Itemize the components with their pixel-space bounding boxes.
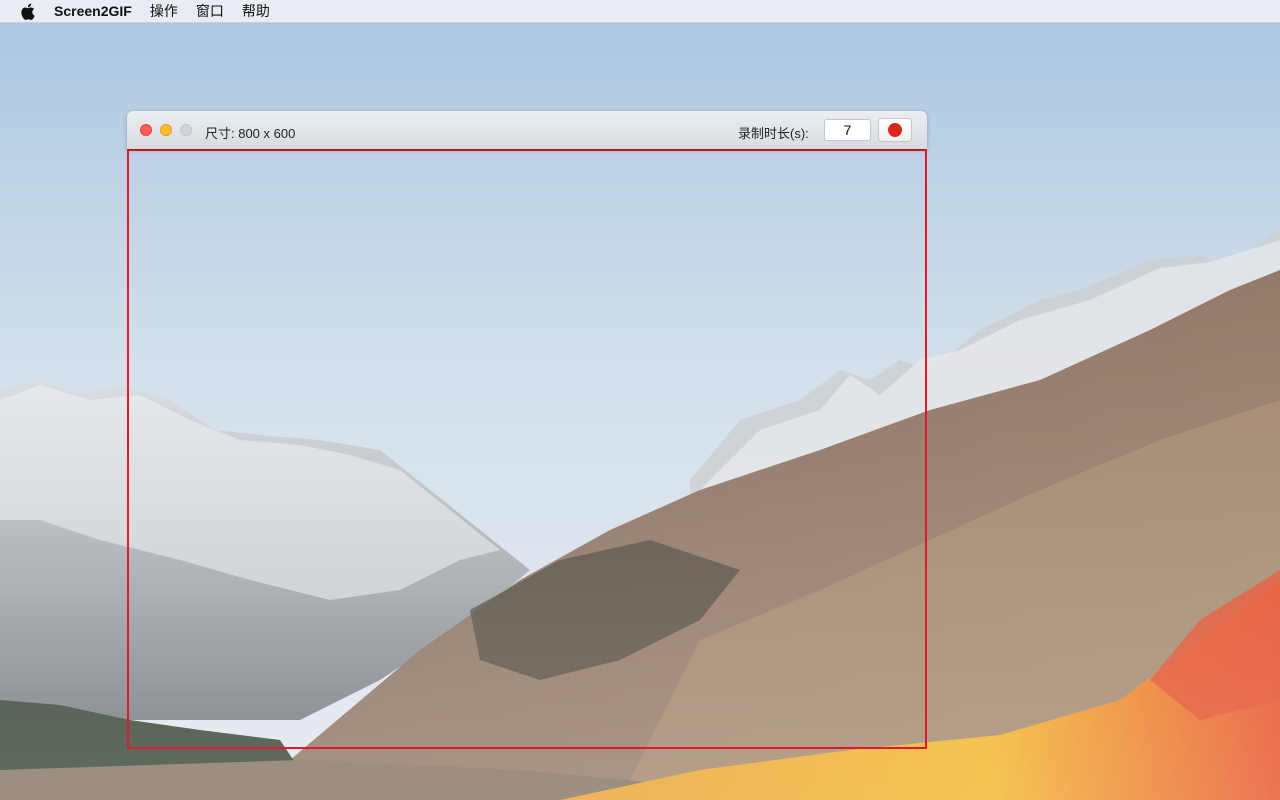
zoom-window-button[interactable] [180, 124, 192, 136]
minimize-window-button[interactable] [160, 124, 172, 136]
record-button[interactable] [878, 118, 912, 142]
duration-label: 录制时长(s): [738, 126, 809, 141]
duration-input[interactable] [824, 119, 871, 141]
close-window-button[interactable] [140, 124, 152, 136]
apple-icon-glyph [20, 3, 35, 20]
record-dot-icon [888, 123, 902, 137]
menu-operate[interactable]: 操作 [150, 1, 178, 21]
menu-app-name[interactable]: Screen2GIF [54, 3, 132, 19]
menu-window[interactable]: 窗口 [196, 1, 224, 21]
capture-size-label: 尺寸: 800 x 600 [205, 126, 296, 141]
menu-bar: Screen2GIF 操作 窗口 帮助 [0, 0, 1280, 23]
menu-help[interactable]: 帮助 [242, 1, 270, 21]
apple-icon[interactable] [18, 2, 36, 20]
recorder-titlebar[interactable]: 尺寸: 800 x 600 录制时长(s): [127, 111, 927, 149]
capture-region-frame[interactable] [127, 149, 927, 749]
